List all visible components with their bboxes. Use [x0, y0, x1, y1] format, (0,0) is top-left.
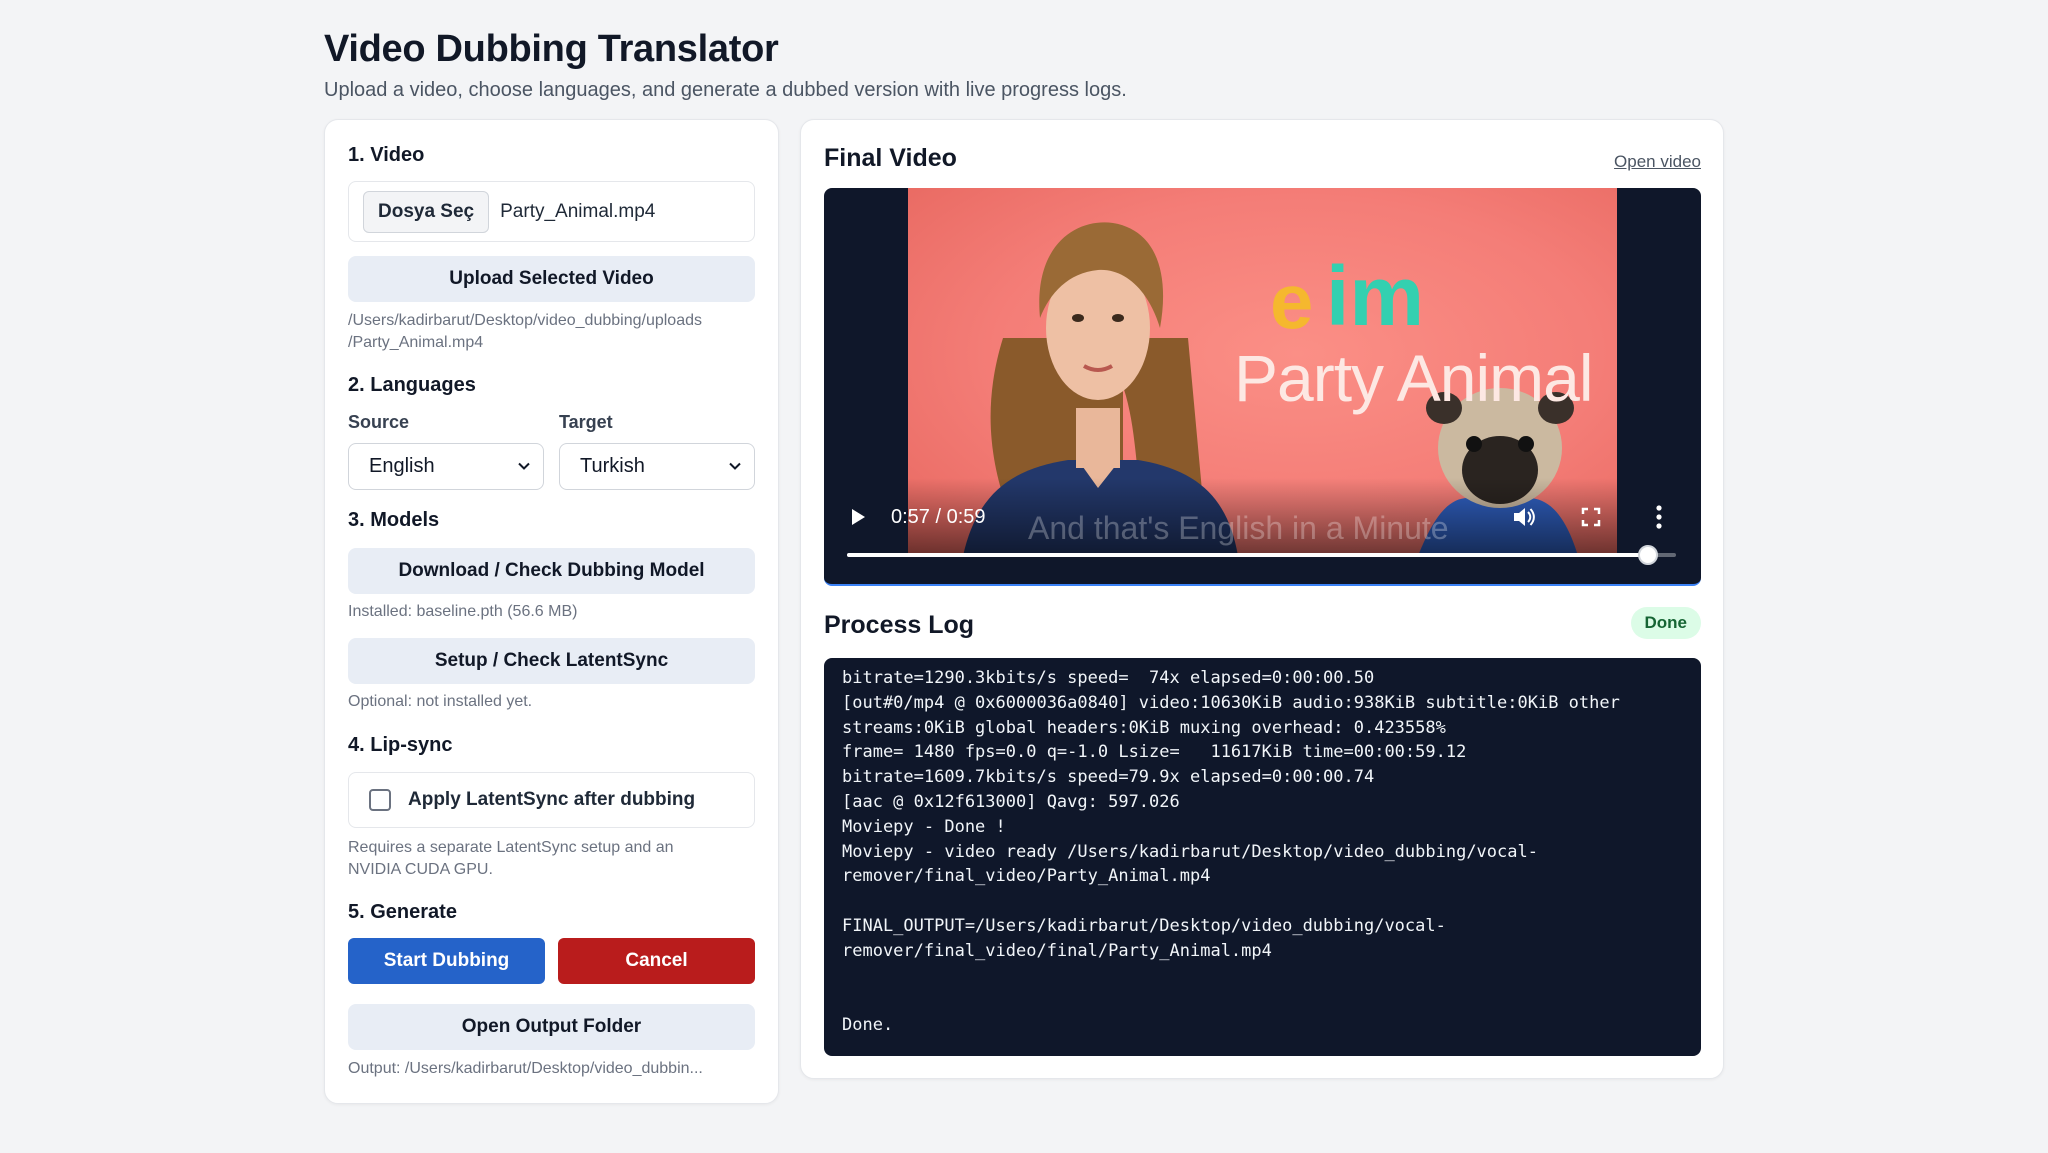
open-video-link[interactable]: Open video	[1614, 152, 1701, 172]
fullscreen-icon[interactable]	[1581, 507, 1601, 527]
upload-path: /Users/kadirbarut/Desktop/video_dubbing/…	[348, 310, 702, 354]
models-section-title: 3. Models	[348, 509, 440, 531]
chevron-down-icon	[729, 462, 741, 470]
play-icon[interactable]	[848, 506, 868, 528]
log-line: streams:0KiB global headers:0KiB muxing …	[842, 717, 1446, 738]
settings-panel: 1. Video Dosya Seç Party_Animal.mp4 Uplo…	[324, 119, 779, 1104]
apply-latentsync-label[interactable]: Apply LatentSync after dubbing	[408, 789, 695, 811]
log-line: Moviepy - video ready /Users/kadirbarut/…	[842, 841, 1538, 862]
video-time: 0:57 / 0:59	[891, 506, 986, 528]
video-caption: And that's English in a Minute	[1028, 510, 1449, 546]
latentsync-status-text: Optional: not installed yet.	[348, 693, 533, 710]
languages-section-title: 2. Languages	[348, 374, 476, 396]
source-label: Source	[348, 412, 410, 432]
file-input[interactable]: Dosya Seç Party_Animal.mp4	[348, 181, 755, 242]
choose-file-button[interactable]: Dosya Seç	[363, 190, 490, 233]
chevron-down-icon	[518, 462, 530, 470]
apply-latentsync-option[interactable]: Apply LatentSync after dubbing	[348, 772, 755, 828]
overlay-logo-e: e	[1270, 257, 1314, 345]
lipsync-section-title: 4. Lip-sync	[348, 734, 453, 756]
log-line: remover/final_video/Party_Animal.mp4	[842, 866, 1211, 887]
process-log-output[interactable]: bitrate=1290.3kbits/s speed= 74x elapsed…	[824, 658, 1701, 1056]
log-text: bitrate=1290.3kbits/s speed= 74x elapsed…	[842, 666, 1683, 1038]
page-subtitle: Upload a video, choose languages, and ge…	[324, 79, 1127, 101]
upload-path-line1: /Users/kadirbarut/Desktop/video_dubbing/…	[348, 312, 702, 329]
video-progress-fill	[847, 553, 1648, 557]
log-line: remover/final_video/final/Party_Animal.m…	[842, 940, 1272, 961]
more-options-icon[interactable]	[1655, 504, 1663, 530]
video-section-title: 1. Video	[348, 144, 425, 166]
log-line: frame= 1480 fps=0.0 q=-1.0 Lsize= 11617K…	[842, 742, 1467, 763]
log-line: bitrate=1609.7kbits/s speed=79.9x elapse…	[842, 767, 1375, 788]
log-line: [aac @ 0x12f613000] Qavg: 597.026	[842, 791, 1180, 812]
overlay-logo-im: im	[1326, 249, 1425, 343]
open-output-folder-button[interactable]: Open Output Folder	[348, 1004, 755, 1050]
page-header: Video Dubbing Translator Upload a video,…	[324, 28, 1127, 102]
upload-video-button[interactable]: Upload Selected Video	[348, 256, 755, 302]
lipsync-requirement-note: Requires a separate LatentSync setup and…	[348, 837, 674, 881]
final-video-title: Final Video	[824, 144, 957, 172]
cancel-button[interactable]: Cancel	[558, 938, 755, 984]
target-language-value: Turkish	[580, 455, 645, 477]
page-title: Video Dubbing Translator	[324, 28, 779, 70]
apply-latentsync-checkbox[interactable]	[369, 789, 391, 811]
log-line: Done.	[842, 1015, 894, 1036]
status-badge: Done	[1630, 607, 1701, 639]
output-path-text: Output: /Users/kadirbarut/Desktop/video_…	[348, 1060, 703, 1077]
setup-latentsync-button[interactable]: Setup / Check LatentSync	[348, 638, 755, 684]
selected-file-name: Party_Animal.mp4	[500, 200, 656, 222]
video-player[interactable]: e im Party Animal And that's English in …	[824, 188, 1701, 586]
video-progress-bar[interactable]	[847, 545, 1676, 565]
target-language-select[interactable]: Turkish	[559, 443, 755, 490]
video-frame: e im Party Animal And that's English in …	[908, 188, 1617, 556]
log-line: FINAL_OUTPUT=/Users/kadirbarut/Desktop/v…	[842, 915, 1446, 936]
lipsync-note-line1: Requires a separate LatentSync setup and…	[348, 839, 674, 856]
overlay-brand-text: Party Animal	[1234, 341, 1593, 415]
upload-path-line2: /Party_Animal.mp4	[348, 334, 484, 351]
source-language-select[interactable]: English	[348, 443, 544, 490]
generate-section-title: 5. Generate	[348, 901, 457, 923]
log-line: Moviepy - Done !	[842, 816, 1006, 837]
process-log-title: Process Log	[824, 611, 975, 639]
download-model-button[interactable]: Download / Check Dubbing Model	[348, 548, 755, 594]
target-label: Target	[559, 412, 613, 432]
source-language-value: English	[369, 455, 435, 477]
lipsync-note-line2: NVIDIA CUDA GPU.	[348, 861, 493, 878]
installed-model-text: Installed: baseline.pth (56.6 MB)	[348, 603, 578, 620]
output-panel: Final Video Open video e im Party Animal…	[800, 119, 1724, 1079]
volume-icon[interactable]	[1511, 504, 1537, 530]
video-progress-handle[interactable]	[1637, 545, 1658, 565]
log-line: [out#0/mp4 @ 0x6000036a0840] video:10630…	[842, 692, 1620, 713]
log-line: bitrate=1290.3kbits/s speed= 74x elapsed…	[842, 668, 1375, 688]
start-dubbing-button[interactable]: Start Dubbing	[348, 938, 545, 984]
